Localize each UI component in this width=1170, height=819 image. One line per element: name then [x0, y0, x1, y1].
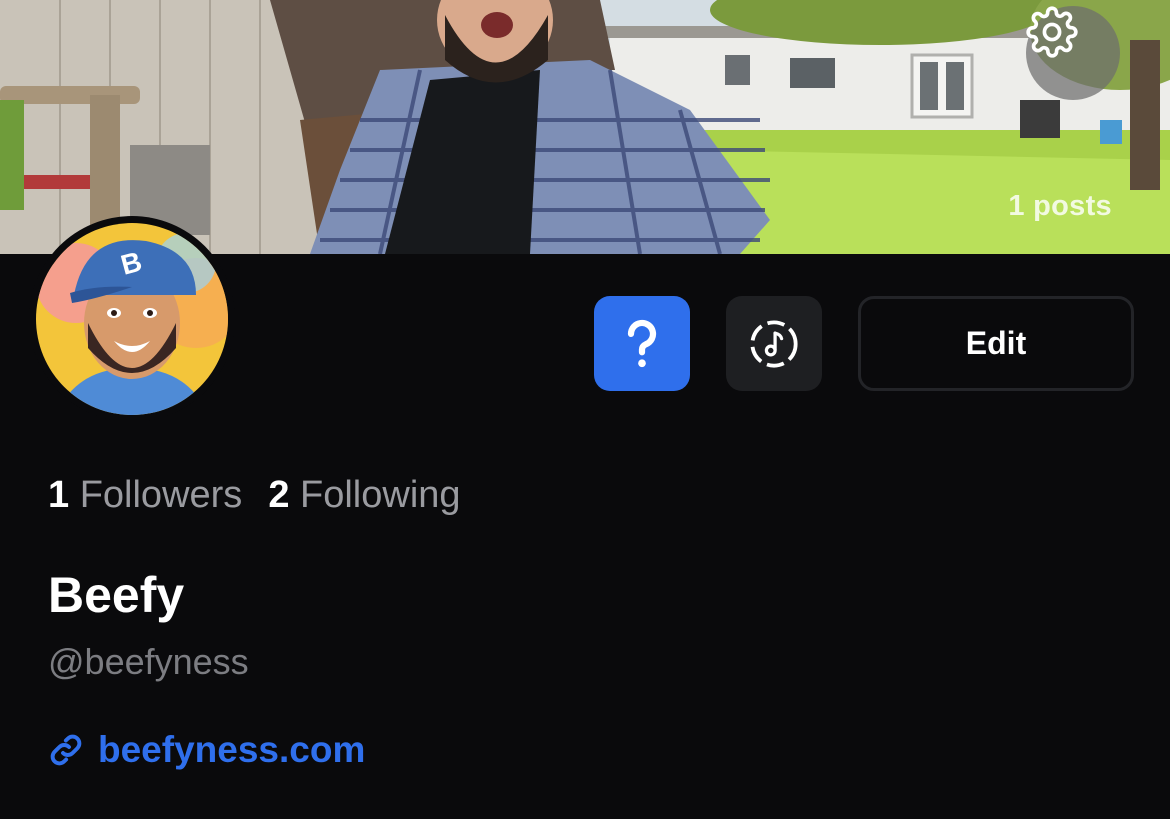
followers-stat[interactable]: 1 Followers — [48, 474, 242, 516]
user-handle: @beefyness — [48, 641, 249, 682]
music-note-icon — [750, 319, 798, 368]
gear-icon — [1026, 6, 1078, 58]
posts-count: 1 posts — [1008, 190, 1112, 222]
settings-button[interactable] — [1026, 6, 1120, 100]
avatar-illustration: B — [36, 223, 228, 415]
help-button[interactable] — [594, 296, 690, 391]
website-link[interactable]: beefyness.com — [48, 729, 365, 771]
website-text: beefyness.com — [98, 729, 366, 770]
followers-count: 1 — [48, 474, 70, 516]
follow-stats: 1 Followers 2 Following — [48, 474, 461, 517]
following-label: Following — [300, 474, 461, 516]
edit-profile-button[interactable]: Edit — [858, 296, 1134, 391]
display-name: Beefy — [48, 567, 185, 623]
music-button[interactable] — [726, 296, 822, 391]
following-count: 2 — [268, 474, 290, 516]
avatar[interactable]: B — [36, 223, 228, 415]
cover-photo-illustration — [0, 0, 1170, 254]
cover-photo: 1 posts — [0, 0, 1170, 254]
followers-label: Followers — [79, 474, 243, 516]
link-icon — [50, 734, 82, 766]
avatar-frame: B — [29, 216, 235, 422]
question-mark-icon — [627, 319, 657, 367]
following-stat[interactable]: 2 Following — [268, 474, 460, 516]
